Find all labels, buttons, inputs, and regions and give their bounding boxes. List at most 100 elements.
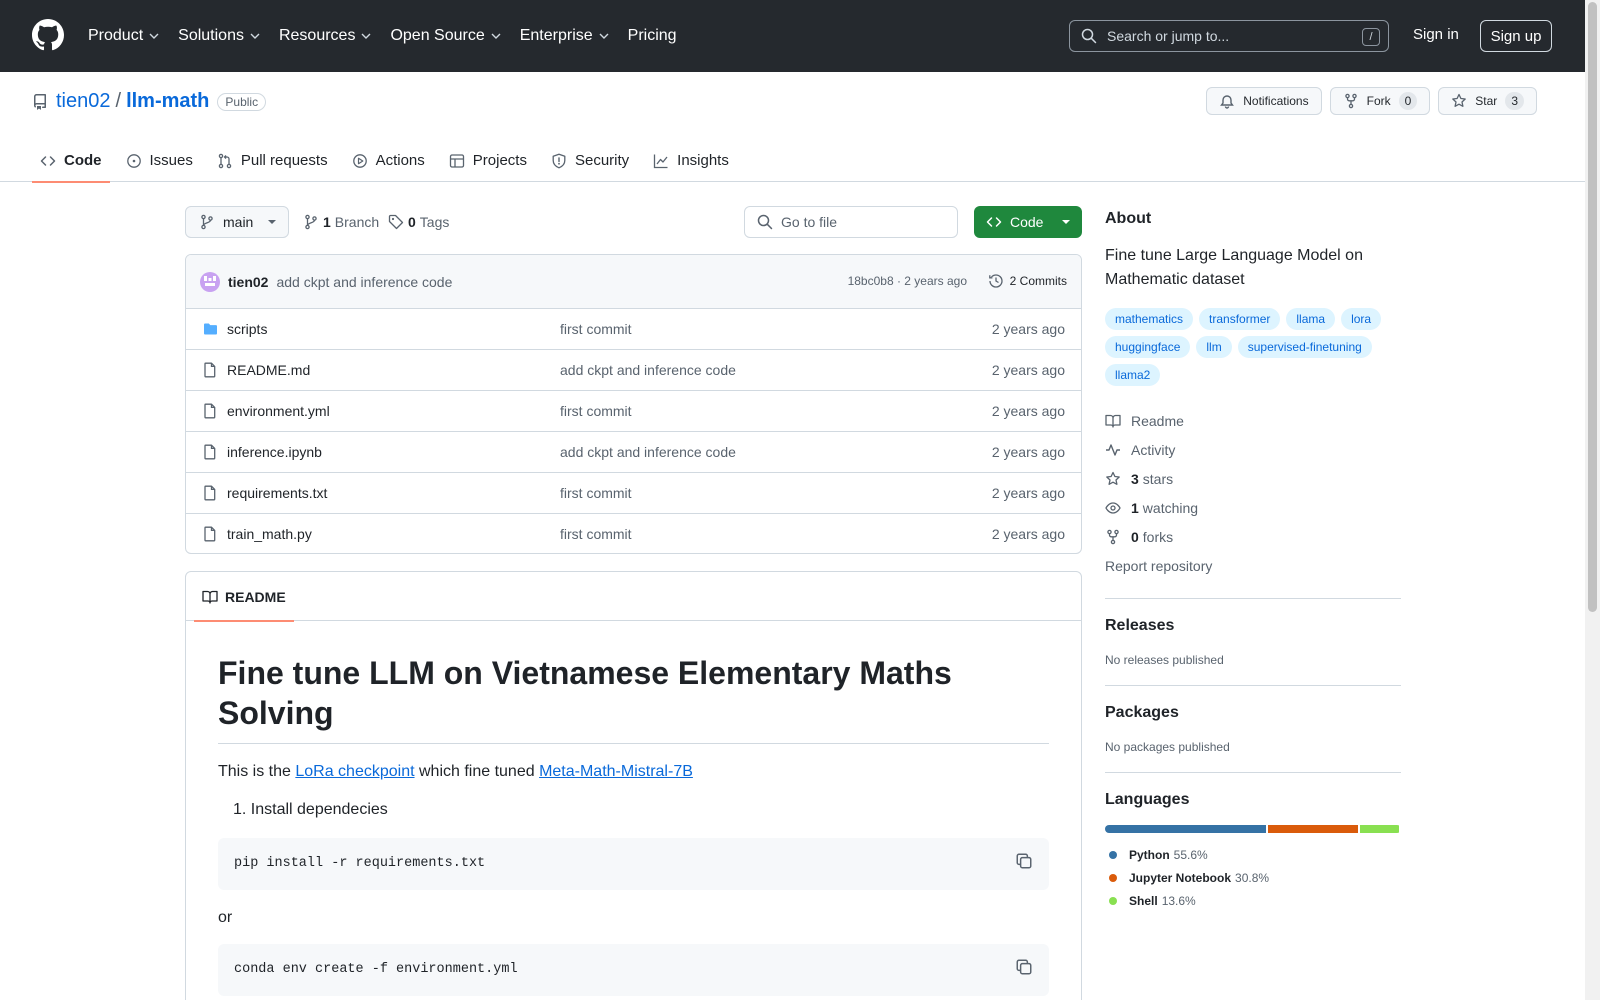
activity-link[interactable]: Activity [1105, 435, 1401, 464]
file-name-link[interactable]: README.md [227, 362, 310, 378]
file-row[interactable]: README.md add ckpt and inference code 2 ye… [186, 350, 1081, 391]
commit-message-link[interactable]: add ckpt and inference code [276, 274, 452, 290]
tab-security[interactable]: Security [543, 144, 637, 182]
global-search-input[interactable]: Search or jump to... / [1069, 20, 1389, 52]
tab-label: Projects [472, 152, 527, 169]
releases-heading[interactable]: Releases [1105, 617, 1401, 635]
global-nav-pricing[interactable]: Pricing [628, 27, 677, 45]
meta-math-mistral-link[interactable]: Meta-Math-Mistral-7B [539, 763, 693, 780]
global-nav-open-source[interactable]: Open Source [390, 27, 501, 45]
packages-heading[interactable]: Packages [1105, 704, 1401, 722]
branches-link[interactable]: 1 Branch [303, 214, 379, 230]
watching-label: watching [1142, 499, 1199, 516]
notifications-button[interactable]: Notifications [1206, 87, 1322, 115]
language-percent: 55.6% [1173, 847, 1208, 862]
file-name-link[interactable]: requirements.txt [227, 485, 327, 501]
language-bar-segment[interactable] [1359, 825, 1399, 833]
commit-hash-and-time[interactable]: 18bc0b8 · 2 years ago [848, 274, 967, 288]
file-commit-message-link[interactable]: add ckpt and inference code [560, 362, 736, 378]
global-nav-resources[interactable]: Resources [279, 27, 372, 45]
language-item[interactable]: Shell 13.6% [1109, 889, 1196, 912]
tab-code[interactable]: Code [32, 144, 110, 183]
topic-tag[interactable]: huggingface [1105, 336, 1191, 358]
global-nav-solutions[interactable]: Solutions [178, 27, 261, 45]
topic-tag[interactable]: supervised-finetuning [1237, 336, 1372, 358]
file-row[interactable]: inference.ipynb add ckpt and inference co… [186, 432, 1081, 473]
go-to-file-input[interactable]: Go to file [744, 206, 958, 238]
language-item[interactable]: Jupyter Notebook 30.8% [1109, 866, 1269, 889]
readme-step-1: 1. Install dependecies [233, 801, 388, 818]
file-name-link[interactable]: environment.yml [227, 403, 330, 419]
file-row[interactable]: requirements.txt first commit 2 years ago [186, 473, 1081, 514]
lora-checkpoint-link[interactable]: LoRa checkpoint [295, 763, 414, 780]
file-icon [204, 362, 216, 378]
topic-tag[interactable]: llama [1286, 308, 1336, 330]
file-name-link[interactable]: train_math.py [227, 526, 312, 542]
language-bar-segment[interactable] [1105, 825, 1267, 833]
file-commit-message-link[interactable]: first commit [560, 485, 632, 501]
star-button[interactable]: Star 3 [1438, 87, 1537, 115]
copy-icon[interactable] [1015, 852, 1033, 870]
file-commit-message-link[interactable]: first commit [560, 321, 632, 337]
tab-pull-requests[interactable]: Pull requests [209, 144, 336, 182]
stars-count: 3 [1131, 470, 1139, 487]
repo-name-link[interactable]: llm-math [126, 90, 209, 113]
visibility-badge: Public [217, 92, 267, 111]
global-nav-product[interactable]: Product [88, 27, 160, 45]
file-commit-message-link[interactable]: add ckpt and inference code [560, 444, 736, 460]
watchers-link[interactable]: 1 watching [1105, 493, 1401, 522]
file-row[interactable]: environment.yml first commit 2 years ago [186, 391, 1081, 432]
tab-insights[interactable]: Insights [645, 144, 737, 182]
play-icon [352, 154, 367, 168]
language-bar-segment[interactable] [1268, 825, 1358, 833]
commit-author-link[interactable]: tien02 [228, 274, 268, 290]
caret-down-icon [1062, 220, 1071, 224]
language-bar [1105, 825, 1401, 833]
commits-history-link[interactable]: 2 Commits [988, 273, 1067, 289]
tags-link[interactable]: 0 Tags [388, 214, 449, 230]
code-block: pip install -r requirements.txt [218, 838, 1049, 890]
forks-link[interactable]: 0 forks [1105, 522, 1401, 551]
fork-icon [1107, 529, 1119, 544]
copy-icon[interactable] [1015, 958, 1033, 976]
branch-selector-button[interactable]: main [185, 206, 289, 238]
stars-link[interactable]: 3 stars [1105, 464, 1401, 493]
topic-tag[interactable]: lora [1341, 308, 1382, 330]
tab-actions[interactable]: Actions [344, 144, 433, 182]
file-name-link[interactable]: inference.ipynb [227, 444, 322, 460]
forks-count: 0 [1131, 528, 1139, 545]
fork-button[interactable]: Fork 0 [1329, 87, 1431, 115]
global-nav-label: Pricing [627, 27, 677, 44]
avatar[interactable] [200, 271, 220, 292]
file-name-link[interactable]: scripts [227, 321, 267, 337]
readme-tab[interactable]: README [194, 572, 294, 622]
topic-tag[interactable]: llama2 [1105, 364, 1161, 386]
language-item[interactable]: Python 55.6% [1109, 843, 1377, 866]
file-commit-age: 2 years ago [991, 403, 1065, 419]
folder-icon [204, 323, 217, 335]
topic-tag[interactable]: transformer [1199, 308, 1281, 330]
global-nav-enterprise[interactable]: Enterprise [520, 27, 610, 45]
language-color-dot [1109, 896, 1117, 905]
sign-in-link[interactable]: Sign in [1413, 26, 1459, 43]
topic-tag[interactable]: llm [1196, 336, 1232, 358]
tab-projects[interactable]: Projects [441, 144, 535, 182]
github-logo-icon[interactable] [32, 19, 64, 51]
sign-up-button[interactable]: Sign up [1480, 20, 1552, 52]
scrollbar-thumb[interactable] [1588, 2, 1597, 612]
languages-heading: Languages [1105, 791, 1190, 808]
packages-empty-text: No packages published [1105, 740, 1230, 754]
topic-tag[interactable]: mathematics [1105, 308, 1194, 330]
file-row[interactable]: train_math.py first commit 2 years ago [186, 514, 1081, 553]
global-nav-label: Resources [278, 27, 356, 44]
repo-owner-link[interactable]: tien02 [56, 90, 111, 113]
chevron-down-icon [149, 33, 159, 39]
file-commit-message-link[interactable]: first commit [560, 526, 632, 542]
file-commit-message-link[interactable]: first commit [560, 403, 632, 419]
code-dropdown-button[interactable]: Code [974, 206, 1082, 238]
readme-link[interactable]: Readme [1105, 406, 1401, 435]
tab-issues[interactable]: Issues [118, 144, 201, 182]
file-row[interactable]: scripts first commit 2 years ago [186, 309, 1081, 350]
report-repository-link[interactable]: Report repository [1105, 551, 1401, 580]
page-scrollbar[interactable] [1585, 0, 1600, 1000]
